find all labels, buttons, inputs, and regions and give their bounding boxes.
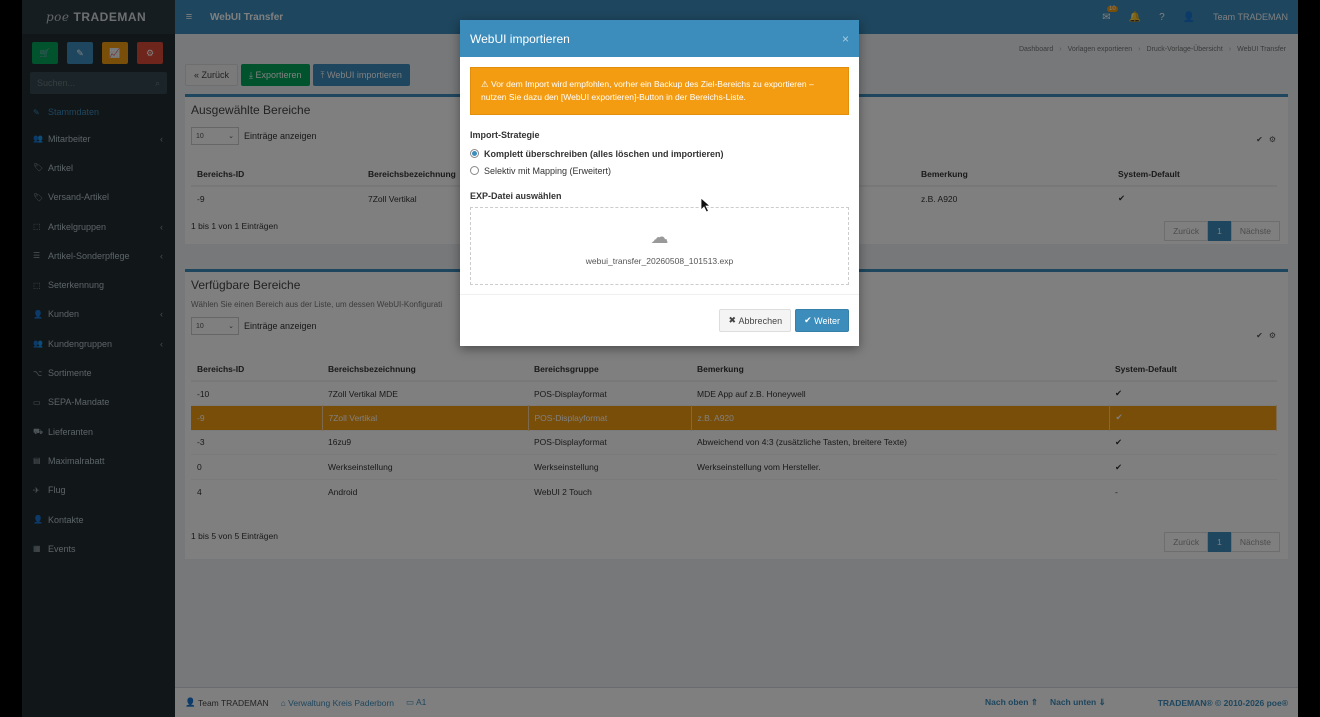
close-icon: ✖ — [728, 315, 737, 325]
strategy-label: Import-Strategie — [470, 130, 540, 140]
radio-selected[interactable] — [470, 149, 479, 158]
dialog-footer: ✖ Abbrechen ✔ Weiter — [460, 294, 859, 346]
check-icon: ✔ — [804, 315, 812, 325]
radio-unselected[interactable] — [470, 166, 479, 175]
cancel-label: Abbrechen — [738, 315, 783, 326]
warning-alert: ⚠ Vor dem Import wird empfohlen, vorher … — [470, 67, 849, 115]
warning-icon: ⚠ — [481, 79, 489, 89]
next-button[interactable]: ✔ Weiter — [795, 309, 849, 332]
mouse-cursor-icon — [700, 197, 712, 213]
dialog-header: WebUI importieren × — [460, 20, 859, 57]
file-label: EXP-Datei auswählen — [470, 191, 562, 201]
app-window: poe TRADEMAN 🛒 ✎ 📈 ⚙ Suchen... ⌕ ✎ Stamm… — [22, 0, 1298, 717]
next-label: Weiter — [814, 315, 840, 326]
cancel-button[interactable]: ✖ Abbrechen — [719, 309, 792, 332]
option-selective[interactable]: Selektiv mit Mapping (Erweitert) — [460, 162, 859, 179]
option-label: Selektiv mit Mapping (Erweitert) — [484, 165, 612, 176]
close-icon[interactable]: × — [842, 32, 849, 46]
file-dropzone[interactable]: ☁ webui_transfer_20260508_101513.exp — [470, 207, 849, 285]
cloud-upload-icon: ☁ — [650, 226, 669, 247]
warning-text: Vor dem Import wird empfohlen, vorher ei… — [481, 79, 814, 102]
dialog-title: WebUI importieren — [470, 31, 570, 46]
option-label: Komplett überschreiben (alles löschen un… — [484, 148, 724, 159]
import-dialog: WebUI importieren × ⚠ Vor dem Import wir… — [460, 20, 859, 346]
file-name: webui_transfer_20260508_101513.exp — [585, 255, 734, 266]
option-full-overwrite[interactable]: Komplett überschreiben (alles löschen un… — [460, 145, 859, 162]
